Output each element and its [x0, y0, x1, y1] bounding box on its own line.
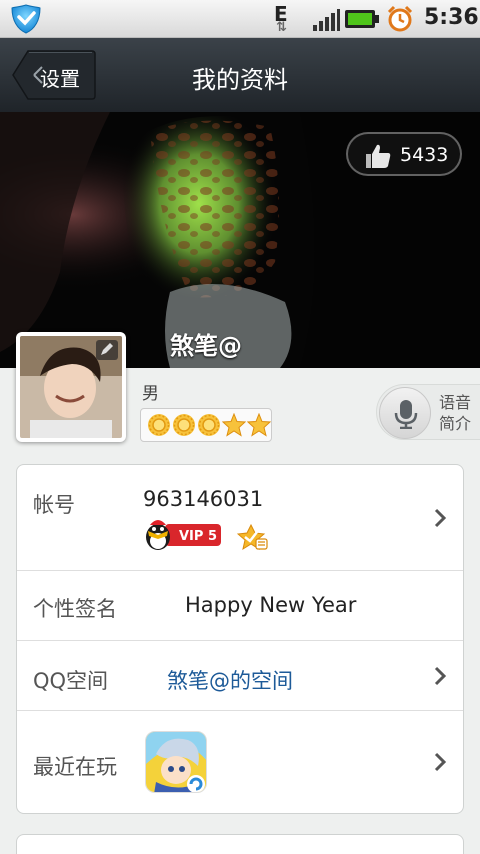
- network-type-indicator: E ⇅: [274, 2, 300, 36]
- next-info-card: [16, 834, 464, 854]
- qzone-badge-icon[interactable]: [237, 523, 269, 551]
- title-bar: 设置 我的资料: [0, 38, 480, 112]
- qzone-label: QQ空间: [33, 669, 109, 693]
- avatar-photo: [20, 336, 122, 438]
- voice-intro-button[interactable]: 语音 简介: [376, 384, 480, 440]
- qq-level-badge[interactable]: [140, 408, 272, 442]
- qzone-row[interactable]: QQ空间 煞笔@的空间: [17, 641, 463, 711]
- thumbs-up-icon: [366, 144, 391, 168]
- qzone-link[interactable]: 煞笔@的空间: [167, 665, 293, 695]
- vip-level-text: VIP 5: [179, 529, 217, 544]
- chevron-right-icon: [434, 666, 447, 686]
- chevron-right-icon: [434, 508, 447, 528]
- sun-level-icon: [148, 414, 170, 436]
- account-label: 帐号: [33, 493, 75, 517]
- alarm-icon: [387, 5, 413, 32]
- mic-button: [379, 387, 431, 439]
- cover-photo[interactable]: 5433 煞笔@: [0, 112, 480, 368]
- game-icon[interactable]: [145, 731, 207, 793]
- microphone-icon: [394, 400, 418, 429]
- like-count: 5433: [400, 144, 449, 166]
- signature-label: 个性签名: [33, 597, 117, 621]
- star-level-icon: [247, 413, 271, 437]
- clock-time: 5:36: [424, 5, 479, 30]
- nickname: 煞笔@: [170, 332, 242, 360]
- signal-icon: [313, 9, 340, 31]
- recently-playing-label: 最近在玩: [33, 755, 117, 779]
- profile-info-card: 帐号 963146031 VIP 5 个性签名 Happy New Year Q…: [16, 464, 464, 814]
- app-shield-icon: [11, 4, 41, 34]
- voice-intro-line-1: 语音: [439, 393, 472, 412]
- like-button[interactable]: 5433: [346, 132, 462, 176]
- chevron-right-icon: [434, 752, 447, 772]
- voice-intro-label: 语音 简介: [439, 392, 471, 434]
- avatar[interactable]: [16, 332, 126, 442]
- sun-level-icon: [198, 414, 220, 436]
- battery-icon: [345, 10, 379, 28]
- sun-level-icon: [173, 414, 195, 436]
- account-number: 963146031: [143, 487, 264, 511]
- vip-badge[interactable]: VIP 5: [143, 517, 223, 551]
- star-level-icon: [222, 413, 246, 437]
- signature-value: Happy New Year: [185, 593, 357, 617]
- status-bar: E ⇅ 5:36: [0, 0, 480, 38]
- edit-pencil-icon[interactable]: [96, 340, 118, 360]
- penguin-icon: [146, 520, 170, 550]
- recently-playing-row[interactable]: 最近在玩: [17, 711, 463, 813]
- page-title: 我的资料: [192, 66, 288, 94]
- account-row[interactable]: 帐号 963146031 VIP 5: [17, 465, 463, 571]
- voice-intro-line-2: 简介: [439, 414, 472, 433]
- data-arrows-icon: ⇅: [276, 20, 287, 35]
- gender-label: 男: [142, 384, 159, 404]
- signature-row[interactable]: 个性签名 Happy New Year: [17, 571, 463, 641]
